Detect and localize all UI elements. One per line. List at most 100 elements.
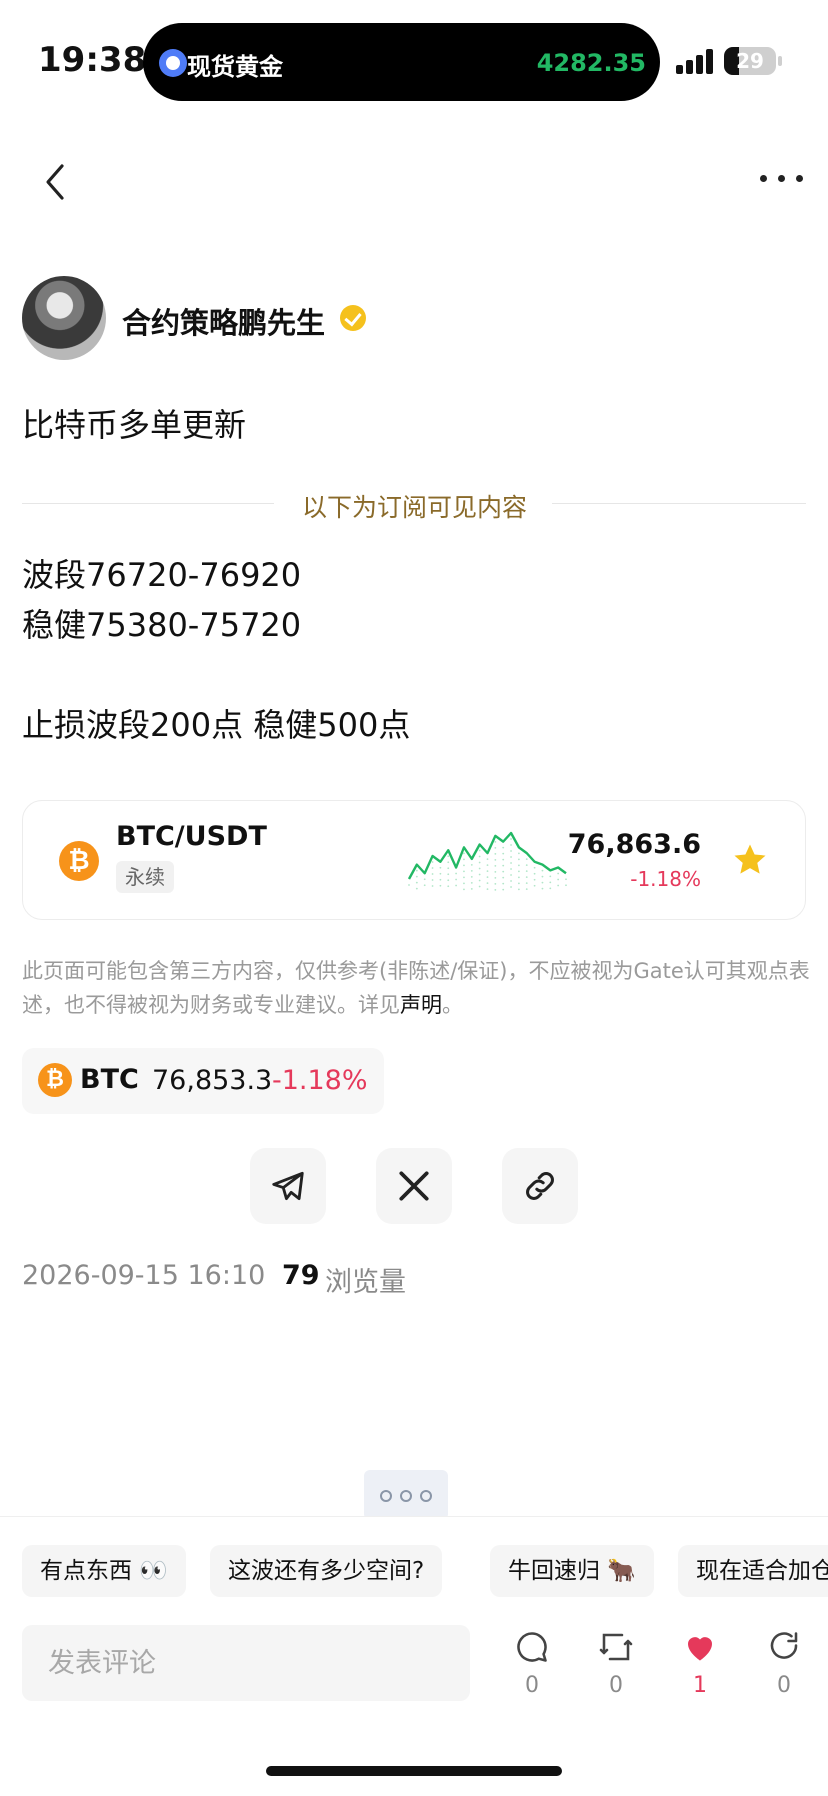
sparkline-fill-dot xyxy=(525,864,528,867)
sparkline-fill-dot xyxy=(463,864,465,867)
sparkline-fill-dot xyxy=(470,869,473,872)
sparkline-fill-dot xyxy=(478,849,481,852)
sparkline-fill-dot xyxy=(525,882,528,885)
sparkline-fill-dot xyxy=(502,888,505,891)
more-options-icon[interactable] xyxy=(758,175,806,189)
like-action[interactable]: 1 xyxy=(670,1629,730,1709)
loading-indicator xyxy=(364,1470,448,1520)
sparkline-fill-dot xyxy=(510,880,512,882)
sparkline-fill-dot xyxy=(447,873,450,876)
sparkline-fill-dot xyxy=(486,888,489,891)
sparkline-fill-dot xyxy=(502,870,505,873)
sparkline-fill-dot xyxy=(533,866,536,869)
battery-cap xyxy=(778,56,782,66)
sparkline-fill-dot xyxy=(518,852,520,855)
sparkline-fill-dot xyxy=(502,852,505,855)
repost-count: 0 xyxy=(609,1673,623,1698)
disclaimer-end: 。 xyxy=(442,993,463,1017)
sparkline-line xyxy=(407,831,567,880)
sparkline-fill-dot xyxy=(565,878,567,881)
sparkline-fill-dot xyxy=(486,870,489,873)
disclaimer-statement-link[interactable]: 声明 xyxy=(400,993,442,1017)
status-time: 19:38 xyxy=(38,40,147,80)
sparkline-fill-dot xyxy=(549,875,552,878)
sparkline-fill-dot xyxy=(439,872,442,875)
sparkline-fill-dot xyxy=(518,876,520,879)
comment-action[interactable]: 0 xyxy=(502,1629,562,1709)
sparkline-fill-dot xyxy=(549,887,552,890)
sparkline-fill-dot xyxy=(502,864,505,867)
sparkline-fill-dot xyxy=(518,882,520,885)
share-action[interactable]: 0 xyxy=(754,1629,814,1709)
sparkline-fill-dot xyxy=(557,878,560,881)
third-party-disclaimer: 此页面可能包含第三方内容，仅供参考(非陈述/保证)，不应被视为Gate认可其观点… xyxy=(22,954,812,1022)
sparkline-fill-dot xyxy=(455,884,457,887)
sparkline-fill-dot xyxy=(541,881,544,884)
dynamic-island-live-activity[interactable]: 现货黄金 4282.35 xyxy=(143,23,660,101)
status-bar: 19:38 现货黄金 4282.35 29 xyxy=(0,0,828,110)
author-avatar[interactable] xyxy=(22,276,106,360)
battery-icon: 29 xyxy=(724,47,776,75)
comment-input[interactable] xyxy=(22,1625,470,1701)
back-arrow-icon[interactable] xyxy=(38,160,74,204)
price-sparkline xyxy=(407,831,567,891)
heart-icon xyxy=(688,1637,712,1661)
sparkline-fill-dot xyxy=(486,882,489,885)
quick-reply-chip[interactable]: 现在适合加仓 xyxy=(678,1545,828,1597)
market-card-btc-usdt[interactable]: ₿ BTC/USDT 永续 76,863.6 -1.18% xyxy=(22,800,806,920)
quick-reply-chip[interactable]: 牛回速归 🐂 xyxy=(490,1545,654,1597)
repost-icon xyxy=(599,1633,633,1661)
sparkline-fill-dot xyxy=(478,867,481,870)
btc-ticker-chip[interactable]: ₿ BTC 76,853.3 -1.18% xyxy=(22,1048,384,1114)
author-name[interactable]: 合约策略鹏先生 xyxy=(122,300,325,342)
market-pair: BTC/USDT xyxy=(116,821,267,852)
sparkline-fill-dot xyxy=(431,885,434,887)
sparkline-fill-dot xyxy=(510,850,512,852)
quick-reply-chip[interactable]: 有点东西 👀 xyxy=(22,1545,186,1597)
sparkline-fill-dot xyxy=(518,870,520,873)
repost-action[interactable]: 0 xyxy=(586,1629,646,1709)
share-x-button[interactable] xyxy=(376,1148,452,1224)
sparkline-fill-dot xyxy=(415,881,418,884)
sparkline-fill-dot xyxy=(525,858,528,861)
sparkline-fill-dot xyxy=(455,872,457,875)
favorite-star-icon[interactable] xyxy=(731,841,769,879)
sparkline-fill-dot xyxy=(447,855,450,858)
sparkline-fill-dot xyxy=(415,887,418,890)
comment-bar: 有点东西 👀 这波还有多少空间? 牛回速归 🐂 现在适合加仓 0 0 1 0 xyxy=(0,1516,828,1796)
sparkline-fill-dot xyxy=(447,861,450,864)
post-line: 止损波段200点 稳健500点 xyxy=(22,706,411,744)
sparkline-fill-dot xyxy=(447,879,450,882)
post-line: 稳健75380-75720 xyxy=(22,606,302,644)
sparkline-fill-dot xyxy=(510,886,512,888)
bitcoin-icon: ₿ xyxy=(59,841,99,881)
share-arrow-icon xyxy=(770,1632,798,1659)
sparkline-fill-dot xyxy=(565,884,567,887)
copy-link-button[interactable] xyxy=(502,1148,578,1224)
sparkline-fill-dot xyxy=(502,876,505,879)
sparkline-fill-dot xyxy=(470,863,473,866)
sparkline-fill-dot xyxy=(470,881,473,884)
sparkline-fill-dot xyxy=(557,872,560,875)
sparkline-fill-dot xyxy=(541,887,544,890)
sparkline-fill-dot xyxy=(494,846,497,849)
sparkline-fill-dot xyxy=(510,838,512,840)
sparkline-fill-dot xyxy=(494,858,497,861)
sparkline-fill-dot xyxy=(455,878,457,881)
divider-left xyxy=(22,503,274,504)
link-icon xyxy=(526,1172,554,1200)
sparkline-fill-dot xyxy=(494,882,497,885)
sparkline-fill-dot xyxy=(494,864,497,867)
sparkline-fill-dot xyxy=(478,855,481,858)
comment-count: 0 xyxy=(525,1673,539,1698)
ticker-symbol: BTC xyxy=(80,1064,139,1095)
sparkline-fill-dot xyxy=(431,879,434,881)
post-line: 波段76720-76920 xyxy=(22,556,302,594)
share-telegram-button[interactable] xyxy=(250,1148,326,1224)
live-activity-title: 现货黄金 xyxy=(187,53,283,81)
sparkline-fill-dot xyxy=(463,888,465,891)
sparkline-fill-dot xyxy=(478,879,481,882)
sparkline-fill-dot xyxy=(486,864,489,867)
quick-reply-chip[interactable]: 这波还有多少空间? xyxy=(210,1545,443,1597)
sparkline-fill-dot xyxy=(494,870,497,873)
